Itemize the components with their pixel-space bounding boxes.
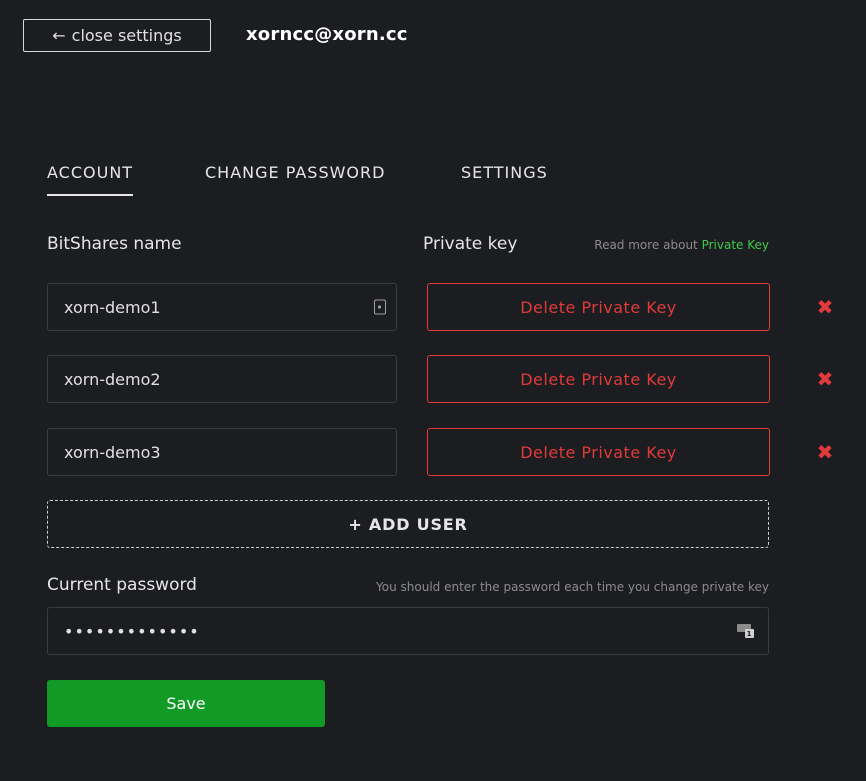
save-button[interactable]: Save <box>47 680 325 727</box>
delete-private-key-button-3[interactable]: Delete Private Key <box>427 428 770 476</box>
password-value: ••••••••••••• <box>64 621 200 641</box>
tab-change-password[interactable]: CHANGE PASSWORD <box>205 163 385 182</box>
remove-user-icon[interactable]: ✖ <box>814 295 836 319</box>
bitshares-name-input-3[interactable]: xorn-demo3 <box>47 428 397 476</box>
account-name: xorn-demo3 <box>64 442 161 462</box>
current-password-input[interactable]: ••••••••••••• 1 <box>47 607 769 655</box>
bitshares-name-label: BitShares name <box>47 234 182 254</box>
delete-private-key-button-2[interactable]: Delete Private Key <box>427 355 770 403</box>
read-more-text: Read more about Private Key <box>594 238 769 252</box>
private-key-label: Private key <box>423 234 518 254</box>
delete-private-key-button-1[interactable]: Delete Private Key <box>427 283 770 331</box>
password-manager-icon[interactable]: 1 <box>737 624 754 638</box>
back-arrow-icon: ← <box>52 26 66 45</box>
read-more-prefix: Read more about <box>594 238 698 252</box>
add-user-button[interactable]: + ADD USER <box>47 500 769 548</box>
remove-user-icon[interactable]: ✖ <box>814 367 836 391</box>
private-key-link[interactable]: Private Key <box>702 238 769 252</box>
tab-account[interactable]: ACCOUNT <box>47 163 134 196</box>
settings-page: ← close settings xorncc@xorn.cc ACCOUNT … <box>0 0 866 781</box>
user-email: xorncc@xorn.cc <box>246 24 408 45</box>
remove-user-icon[interactable]: ✖ <box>814 440 836 464</box>
password-hint: You should enter the password each time … <box>376 580 769 594</box>
bitshares-name-input-1[interactable]: xorn-demo1 <box>47 283 397 331</box>
account-name: xorn-demo1 <box>64 297 161 317</box>
tab-settings[interactable]: SETTINGS <box>461 163 548 182</box>
current-password-label: Current password <box>47 575 197 595</box>
close-settings-label: close settings <box>71 26 182 45</box>
close-settings-button[interactable]: ← close settings <box>23 19 211 52</box>
bitshares-name-input-2[interactable]: xorn-demo2 <box>47 355 397 403</box>
account-name: xorn-demo2 <box>64 369 161 389</box>
key-card-icon[interactable] <box>374 299 386 315</box>
